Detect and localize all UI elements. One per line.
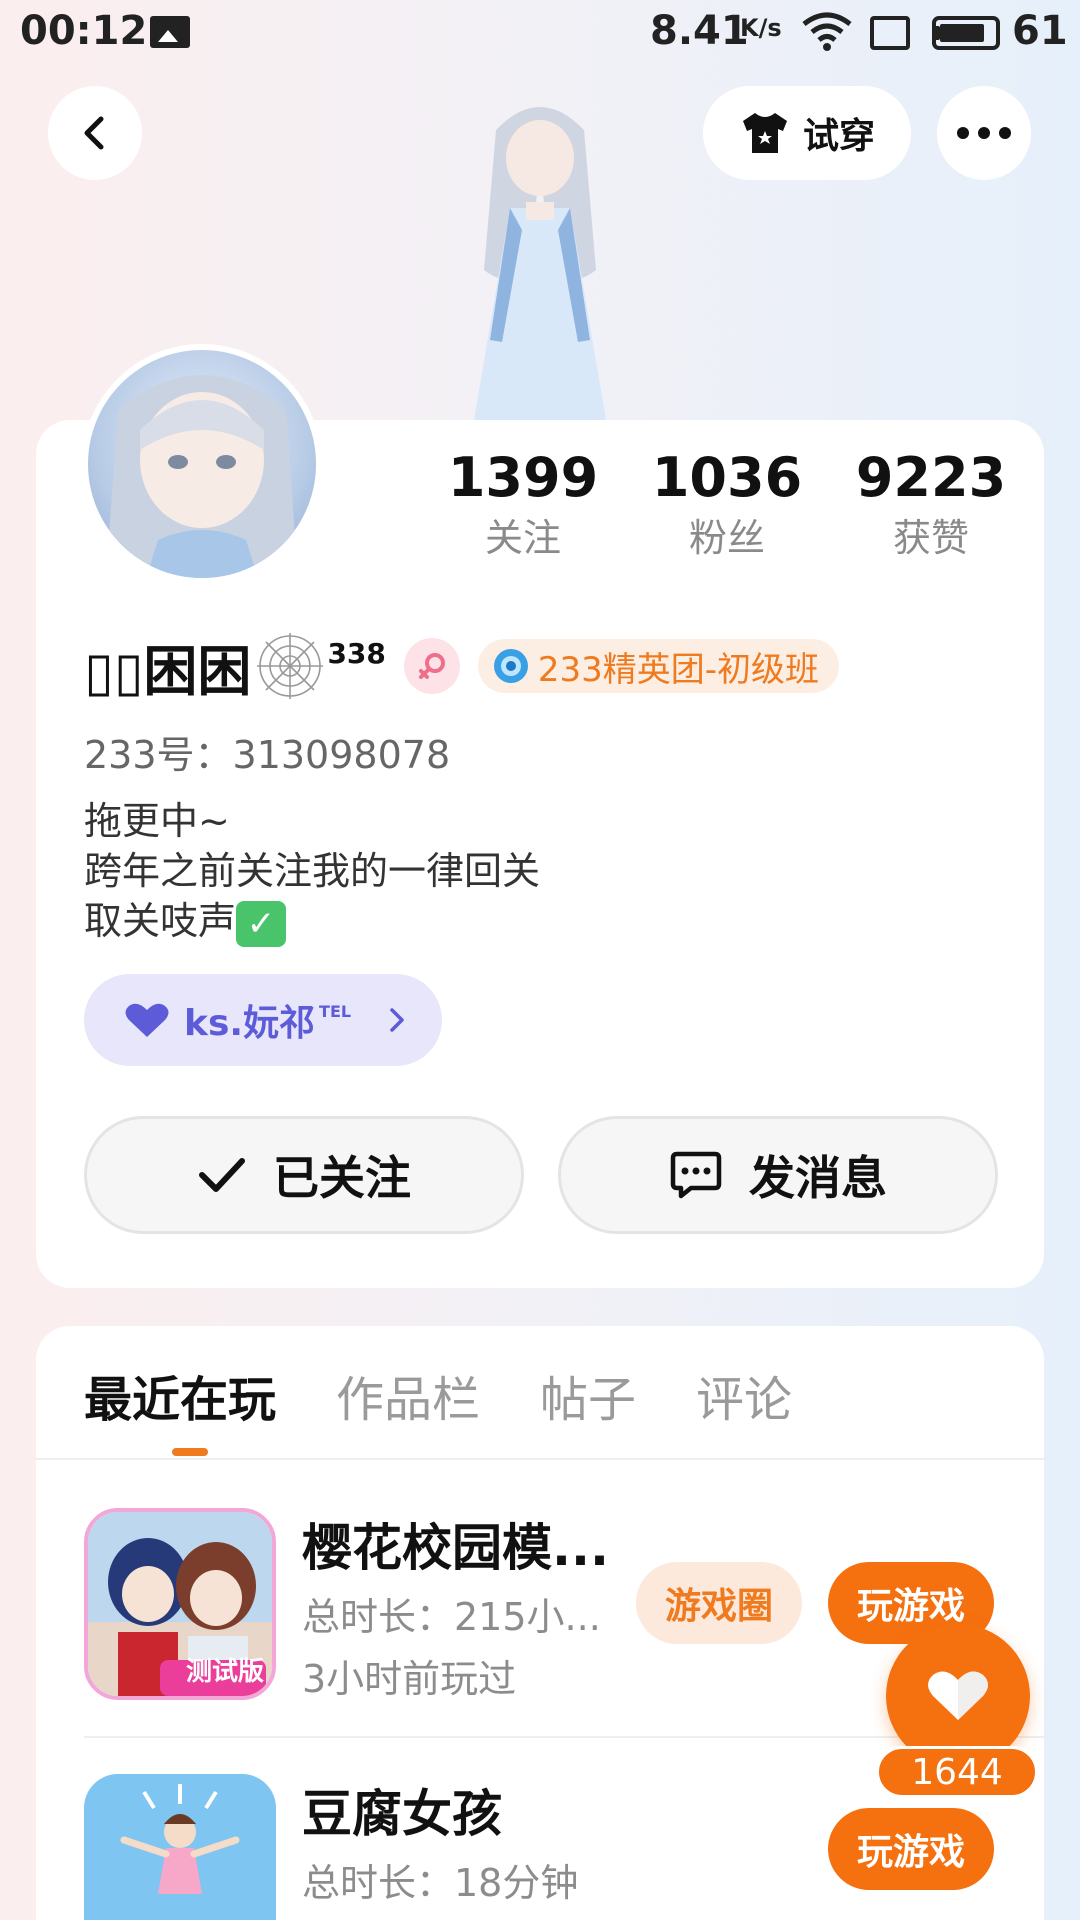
chevron-right-icon xyxy=(390,1008,404,1032)
stat-followers[interactable]: 1036 粉丝 xyxy=(632,446,822,566)
stat-label: 获赞 xyxy=(892,516,969,560)
tag-chip[interactable]: ks.妧祁 TEL xyxy=(84,974,442,1066)
tab-recently-played[interactable]: 最近在玩 xyxy=(84,1360,276,1430)
following-label: 已关注 xyxy=(273,1151,411,1205)
tag-label: ks.妧祁 xyxy=(184,1003,316,1044)
try-on-button[interactable]: 试穿 xyxy=(703,86,911,180)
stat-label: 粉丝 xyxy=(688,516,765,560)
chat-icon xyxy=(670,1151,722,1199)
stat-following[interactable]: 1399 关注 xyxy=(428,446,618,566)
stat-label: 关注 xyxy=(484,516,561,560)
user-bio: 拖更中~ 跨年之前关注我的一律回关 取关吱声 ✓ xyxy=(84,796,540,947)
tabs-divider xyxy=(36,1458,1044,1460)
more-icon xyxy=(957,127,1011,139)
avatar[interactable] xyxy=(82,344,322,584)
image-notification-icon xyxy=(150,16,190,48)
back-button[interactable] xyxy=(48,86,142,180)
game-title: 豆腐女孩 xyxy=(302,1785,502,1843)
tab-comments[interactable]: 评论 xyxy=(696,1360,792,1430)
more-button[interactable] xyxy=(937,86,1031,180)
team-medal-icon xyxy=(493,649,528,683)
check-icon xyxy=(199,1158,245,1192)
shirt-icon xyxy=(742,113,787,153)
avatar-image xyxy=(106,375,298,578)
like-heart-icon xyxy=(928,1671,988,1720)
gender-badge xyxy=(403,638,460,694)
network-speed-unit: K/s xyxy=(740,14,782,42)
tab-posts[interactable]: 帖子 xyxy=(540,1360,636,1430)
tag-superscript: TEL xyxy=(319,1001,352,1021)
status-bar: 00:12 8.41 K/s 61 xyxy=(0,0,1080,66)
game-duration: 总时长：215小... xyxy=(302,1595,601,1639)
user-level: 338 xyxy=(327,636,386,670)
message-button[interactable]: 发消息 xyxy=(558,1116,998,1234)
battery-level: 61 xyxy=(1012,8,1068,54)
like-count: 1644 xyxy=(876,1746,1038,1798)
following-button[interactable]: 已关注 xyxy=(84,1116,524,1234)
stat-value: 1036 xyxy=(651,446,803,509)
play-game-button[interactable]: 玩游戏 xyxy=(828,1808,994,1890)
team-badge-label: 233精英团-初级班 xyxy=(537,649,820,690)
tab-works[interactable]: 作品栏 xyxy=(336,1360,480,1430)
game-icon-image xyxy=(84,1774,276,1920)
profile-tabs: 最近在玩 作品栏 帖子 评论 xyxy=(84,1360,792,1430)
bio-line: 跨年之前关注我的一律回关 xyxy=(84,849,541,893)
screen-icon xyxy=(870,16,910,50)
game-icon: 测试版 xyxy=(84,1508,276,1700)
try-on-label: 试穿 xyxy=(802,116,875,157)
stat-value: 1399 xyxy=(447,446,599,509)
name-row: ▯▯困困 338 233精英团-初级班 xyxy=(84,630,840,703)
game-duration: 总时长：18分钟 xyxy=(302,1861,579,1905)
network-speed: 8.41 xyxy=(650,8,749,54)
user-id: 233号：313098078 xyxy=(84,733,451,777)
stat-value: 9223 xyxy=(855,446,1007,509)
test-version-badge: 测试版 xyxy=(185,1657,264,1687)
stat-likes[interactable]: 9223 获赞 xyxy=(836,446,1026,566)
avatar-character-image xyxy=(474,107,606,420)
heart-icon xyxy=(125,1003,169,1037)
bio-line: 取关吱声 ✓ xyxy=(84,896,540,947)
spider-web-icon xyxy=(257,633,324,699)
bio-line-text: 取关吱声 xyxy=(84,899,237,943)
message-label: 发消息 xyxy=(749,1151,887,1205)
female-icon xyxy=(418,653,445,679)
game-title: 樱花校园模... xyxy=(302,1519,609,1577)
wifi-icon xyxy=(802,12,852,51)
status-time: 00:12 xyxy=(20,8,148,54)
tab-indicator xyxy=(172,1448,208,1456)
game-icon xyxy=(84,1774,276,1920)
check-emoji-icon: ✓ xyxy=(236,900,287,947)
team-badge[interactable]: 233精英团-初级班 xyxy=(477,639,840,693)
game-circle-button[interactable]: 游戏圈 xyxy=(636,1562,802,1644)
game-last-played: 3小时前玩过 xyxy=(302,1657,517,1701)
bio-line: 拖更中~ xyxy=(84,799,230,843)
back-icon xyxy=(84,116,104,150)
battery-icon xyxy=(932,16,1000,50)
user-name: ▯▯困困 xyxy=(84,639,252,703)
